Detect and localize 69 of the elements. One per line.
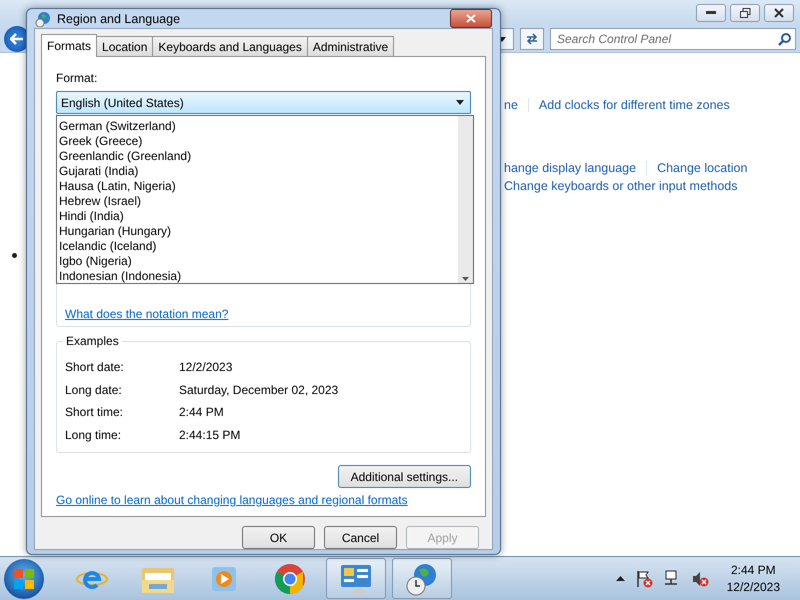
show-hidden-icons-icon[interactable] (616, 576, 625, 581)
flag-error-icon[interactable] (634, 570, 653, 588)
list-option[interactable]: Igbo (Nigeria) (57, 254, 458, 269)
refresh-button[interactable] (520, 28, 544, 50)
task-link[interactable]: Change keyboards or other input methods (504, 179, 748, 193)
back-arrow-icon (10, 33, 24, 45)
taskbar-button[interactable] (392, 558, 452, 599)
search-input[interactable]: Search Control Panel (555, 31, 774, 47)
close-icon (774, 8, 784, 18)
additional-settings-button[interactable]: Additional settings... (338, 465, 471, 488)
search-icon (778, 32, 791, 46)
format-dropdown[interactable]: English (United States) (56, 91, 471, 114)
scrollbar[interactable] (458, 116, 473, 283)
close-button[interactable] (450, 9, 492, 28)
task-link[interactable]: ne (504, 98, 529, 112)
list-option[interactable]: Hindi (India) (57, 209, 458, 224)
notation-link[interactable]: What does the notation mean? (65, 307, 228, 321)
group-title: Examples (63, 334, 122, 348)
list-option[interactable]: Hungarian (Hungary) (57, 224, 458, 239)
speaker-muted-icon[interactable] (690, 570, 709, 588)
example-label: Short time: (65, 405, 124, 420)
tab[interactable]: Formats (41, 34, 98, 57)
close-button[interactable] (764, 4, 794, 22)
example-value: 2:44 PM (179, 405, 225, 420)
task-link[interactable]: Add clocks for different time zones (538, 98, 740, 112)
example-value: 12/2/2023 (179, 360, 234, 374)
restore-button[interactable] (730, 4, 760, 22)
dialog-button[interactable]: Cancel (324, 526, 397, 549)
online-help-link[interactable]: Go online to learn about changing languages and regional formats (56, 493, 408, 507)
list-option[interactable]: Hausa (Latin, Nigeria) (57, 179, 458, 194)
format-label: Format: (56, 71, 98, 85)
list-option[interactable]: Icelandic (Iceland) (57, 239, 458, 254)
example-label: Short date: (65, 360, 125, 374)
list-option[interactable]: Hebrew (Israel) (57, 194, 458, 209)
list-option[interactable]: Gujarati (India) (57, 164, 458, 179)
task-link[interactable]: Change location (657, 161, 758, 175)
example-label: Long date: (65, 382, 123, 397)
tab[interactable]: Location (96, 36, 154, 57)
list-option[interactable]: Indonesian (Indonesia) (57, 269, 458, 283)
bullet-dot (12, 253, 17, 258)
minimize-icon (706, 11, 716, 15)
chrome-icon (274, 562, 306, 594)
list-option[interactable]: Greek (Greece) (57, 134, 458, 149)
windows-logo-icon (14, 568, 34, 588)
clock-date: 12/2/2023 (726, 578, 780, 596)
tab[interactable]: Administrative (306, 36, 394, 57)
control-panel-icon (339, 562, 373, 594)
close-icon (466, 14, 476, 23)
dialog-button[interactable]: OK (242, 526, 315, 549)
list-option[interactable]: German (Switzerland) (57, 119, 458, 134)
example-value: 2:44:15 PM (179, 428, 242, 442)
clock-time: 2:44 PM (730, 562, 776, 578)
scroll-down-icon (462, 277, 469, 281)
task-link[interactable]: hange display language (504, 161, 648, 175)
window-title: Region and Language (57, 12, 180, 26)
clock[interactable]: 2:44 PM 12/2/2023 (726, 562, 780, 596)
taskbar-button[interactable] (326, 558, 386, 599)
globe-clock-icon (405, 562, 439, 596)
example-value: Saturday, December 02, 2023 (179, 382, 340, 397)
caret-icon (456, 100, 464, 105)
start-button[interactable] (4, 558, 44, 598)
media-player-icon (210, 564, 238, 592)
list-option[interactable]: Greenlandic (Greenland) (57, 149, 458, 164)
restore-icon (740, 8, 750, 18)
minimize-button[interactable] (696, 4, 726, 22)
search-field[interactable]: Search Control Panel (550, 28, 796, 50)
tab[interactable]: Keyboards and Languages (152, 36, 308, 57)
example-label: Long time: (65, 428, 122, 442)
refresh-arrows-icon (525, 32, 539, 46)
